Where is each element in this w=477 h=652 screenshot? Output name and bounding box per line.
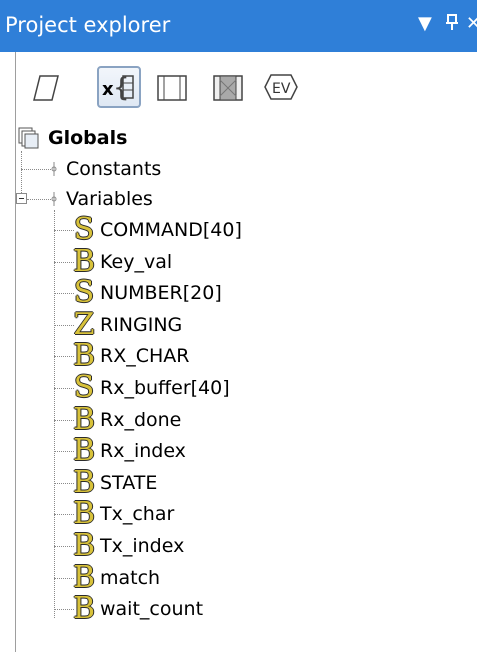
tree-connector bbox=[54, 388, 74, 389]
tree-connector bbox=[27, 199, 51, 200]
tree-item-variable[interactable]: COMMAND[40] bbox=[100, 218, 242, 242]
variable-type-icon: S bbox=[73, 370, 95, 405]
globals-icon bbox=[18, 127, 40, 153]
tree-connector bbox=[54, 609, 74, 610]
tree-connector bbox=[54, 483, 74, 484]
project-explorer-content: x{ EV Globals Constants Variables S COMMA… bbox=[15, 52, 477, 652]
variable-type-icon: B bbox=[72, 591, 96, 626]
tree-item-variable[interactable]: STATE bbox=[100, 471, 157, 495]
tree-connector bbox=[54, 356, 74, 357]
variable-type-icon: B bbox=[72, 338, 96, 373]
pin-icon[interactable] bbox=[445, 12, 459, 39]
tree-connector bbox=[54, 420, 74, 421]
tree-item-variable[interactable]: Key_val bbox=[100, 250, 172, 274]
tree-item-variable[interactable]: RX_CHAR bbox=[100, 344, 189, 368]
tree-item-constants[interactable]: Constants bbox=[66, 157, 161, 181]
tree-item-variable[interactable]: Rx_index bbox=[100, 439, 186, 463]
tree-connector bbox=[54, 230, 74, 231]
tree-connector bbox=[54, 514, 74, 515]
variables-node-icon bbox=[49, 191, 59, 211]
tree-item-variables[interactable]: Variables bbox=[66, 187, 153, 211]
tree-connector bbox=[54, 293, 74, 294]
variable-type-icon: B bbox=[72, 465, 96, 500]
tree-connector bbox=[21, 151, 22, 199]
tree-connector bbox=[54, 262, 74, 263]
tree-item-variable[interactable]: Tx_index bbox=[100, 534, 184, 558]
tree-item-variable[interactable]: Rx_buffer[40] bbox=[100, 376, 230, 400]
variable-type-icon: B bbox=[72, 560, 96, 595]
tree-connector bbox=[54, 546, 74, 547]
tree-connector bbox=[21, 169, 51, 170]
tree-item-variable[interactable]: match bbox=[100, 566, 160, 590]
variable-type-icon: S bbox=[73, 275, 95, 310]
collapse-toggle[interactable] bbox=[16, 193, 27, 204]
tree-connector bbox=[54, 578, 74, 579]
project-tree: Globals Constants Variables S COMMAND[40]… bbox=[16, 52, 477, 652]
tree-item-variable[interactable]: NUMBER[20] bbox=[100, 281, 222, 305]
panel-title: Project explorer bbox=[5, 13, 171, 37]
constants-node-icon bbox=[49, 161, 59, 181]
tree-item-variable[interactable]: wait_count bbox=[100, 597, 203, 621]
tree-item-variable[interactable]: RINGING bbox=[100, 313, 182, 337]
tree-item-variable[interactable]: Tx_char bbox=[100, 502, 174, 526]
variable-type-icon: B bbox=[72, 528, 96, 563]
tree-item-globals[interactable]: Globals bbox=[48, 126, 127, 150]
tree-connector bbox=[54, 451, 74, 452]
tree-connector bbox=[54, 210, 55, 618]
tree-item-variable[interactable]: Rx_done bbox=[100, 408, 181, 432]
variable-type-icon: B bbox=[72, 433, 96, 468]
variable-type-icon: B bbox=[72, 244, 96, 279]
tree-connector bbox=[54, 325, 74, 326]
panel-titlebar: Project explorer ▼ ✕ bbox=[0, 0, 477, 52]
variable-type-icon: B bbox=[72, 402, 96, 437]
dropdown-arrow-icon[interactable]: ▼ bbox=[418, 12, 432, 36]
variable-type-icon: B bbox=[72, 496, 96, 531]
close-icon[interactable]: ✕ bbox=[466, 12, 477, 36]
variable-type-icon: S bbox=[73, 212, 95, 247]
variable-type-icon: Z bbox=[73, 307, 95, 342]
